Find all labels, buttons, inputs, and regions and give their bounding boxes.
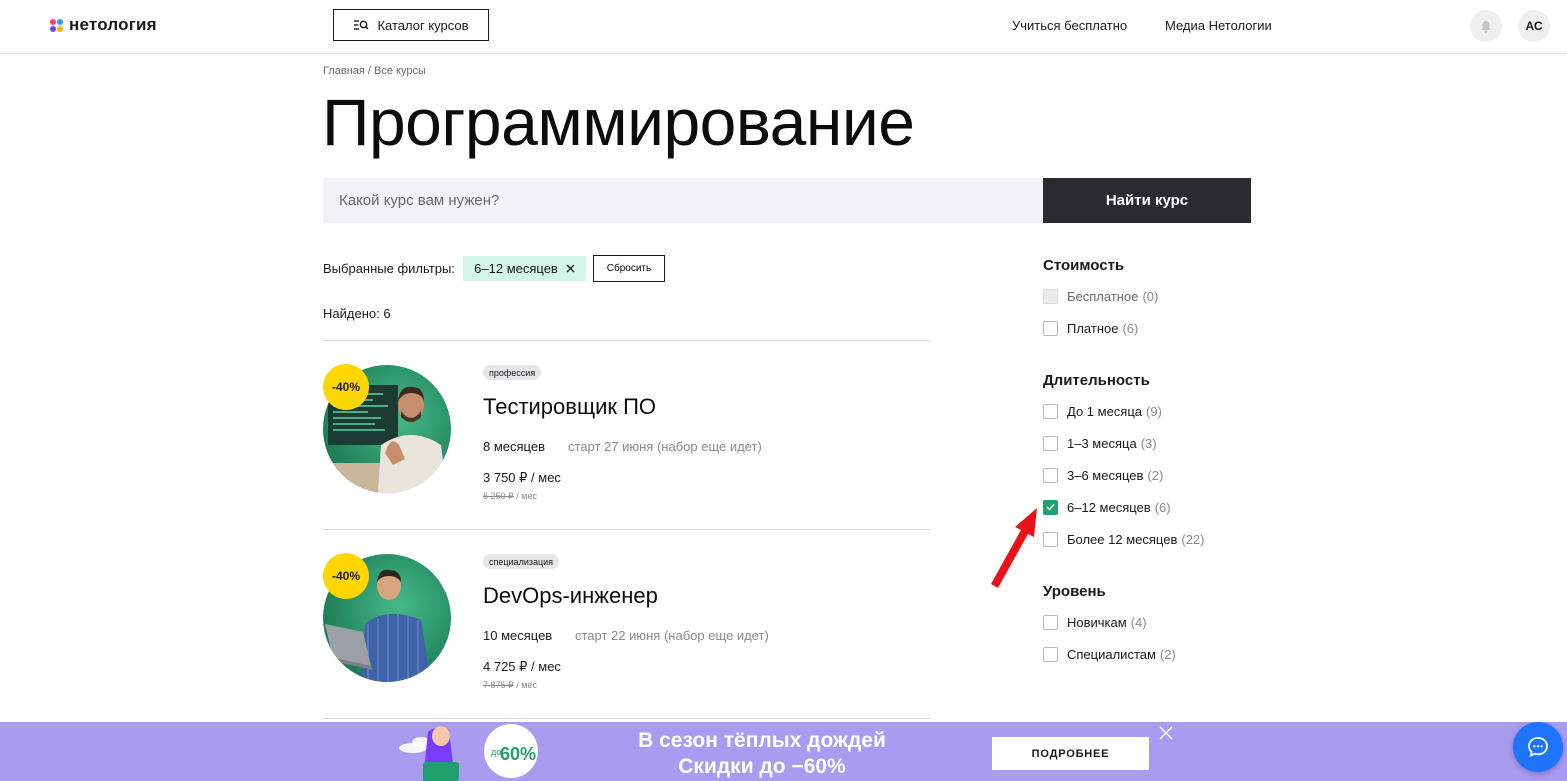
option-label: 3–6 месяцев: [1067, 467, 1144, 483]
nav-media[interactable]: Медиа Нетологии: [1165, 18, 1272, 33]
option-count: (3): [1140, 435, 1157, 451]
filter-option-1-3-months[interactable]: 1–3 месяца (3): [1043, 435, 1157, 451]
option-label: Более 12 месяцев: [1067, 531, 1178, 547]
catalog-search-icon: [354, 20, 369, 30]
option-label: Специалистам: [1067, 646, 1156, 662]
search-button[interactable]: Найти курс: [1043, 178, 1251, 223]
divider: [323, 529, 931, 530]
results-count: Найдено: 6: [323, 306, 391, 321]
chat-button[interactable]: [1513, 722, 1563, 772]
divider: [323, 718, 931, 719]
course-tag: специализация: [483, 554, 560, 569]
course-tag: профессия: [483, 365, 542, 380]
option-count: (9): [1146, 403, 1162, 419]
old-price-unit: / мес: [513, 491, 537, 501]
site-header: нетология Каталог курсов Учиться бесплат…: [0, 0, 1567, 54]
checkbox[interactable]: [1043, 403, 1058, 419]
discount-badge: -40%: [323, 364, 369, 410]
course-start: старт 27 июня (набор еще идет): [568, 439, 762, 454]
course-start: старт 22 июня (набор еще идет): [575, 628, 769, 643]
checkbox[interactable]: [1043, 614, 1058, 630]
course-price: 3 750 ₽ / мес: [483, 470, 561, 485]
catalog-button[interactable]: Каталог курсов: [333, 9, 489, 41]
course-title[interactable]: Тестировщик ПО: [483, 394, 656, 420]
selected-filters-label: Выбранные фильтры:: [323, 261, 455, 276]
notifications-button[interactable]: [1470, 10, 1502, 42]
filter-option-6-12-months[interactable]: 6–12 месяцев (6): [1043, 499, 1171, 515]
option-label: Платное: [1067, 320, 1119, 336]
option-count: (4): [1130, 614, 1147, 630]
option-count: (22): [1181, 531, 1205, 547]
filter-option-free: Бесплатное (0): [1043, 288, 1158, 304]
search-input[interactable]: [323, 178, 1043, 223]
filter-option-beginners[interactable]: Новичкам (4): [1043, 614, 1147, 630]
filter-option-over-12-months[interactable]: Более 12 месяцев (22): [1043, 531, 1204, 547]
filter-option-3-6-months[interactable]: 3–6 месяцев (2): [1043, 467, 1163, 483]
logo-text: нетология: [69, 15, 157, 34]
course-title[interactable]: DevOps-инженер: [483, 583, 658, 609]
checkbox-checked[interactable]: [1043, 499, 1058, 515]
course-old-price: 6 250 ₽ / мес: [483, 491, 537, 502]
old-price-value: 7 875 ₽: [483, 680, 514, 690]
option-count: (2): [1147, 467, 1164, 483]
old-price-unit: / мес: [513, 680, 537, 690]
checkbox[interactable]: [1043, 435, 1058, 451]
promo-line-2: Скидки до −60%: [678, 755, 846, 778]
option-label: 6–12 месяцев: [1067, 499, 1151, 515]
course-price: 4 725 ₽ / мес: [483, 659, 561, 674]
duration-heading: Длительность: [1043, 372, 1150, 389]
filter-chip-label: 6–12 месяцев: [474, 261, 558, 276]
cost-heading: Стоимость: [1043, 257, 1125, 274]
option-count: (6): [1122, 320, 1139, 336]
option-count: (6): [1154, 499, 1171, 515]
course-card[interactable]: -40% специализация DevOps-инженер 10 мес…: [323, 553, 931, 714]
checkbox[interactable]: [1043, 320, 1058, 336]
level-heading: Уровень: [1043, 583, 1106, 600]
reset-filters-button[interactable]: Сбросить: [593, 255, 665, 282]
promo-more-button[interactable]: ПОДРОБНЕЕ: [992, 737, 1149, 770]
promo-banner[interactable]: до 60% В сезон тёплых дождей Скидки до −…: [0, 722, 1567, 781]
chat-icon: [1528, 737, 1548, 758]
bell-icon: [1481, 20, 1491, 33]
checkbox[interactable]: [1043, 531, 1058, 547]
catalog-label: Каталог курсов: [377, 17, 469, 33]
old-price-value: 6 250 ₽: [483, 491, 514, 501]
filter-option-paid[interactable]: Платное (6): [1043, 320, 1138, 336]
checkbox[interactable]: [1043, 646, 1058, 662]
promo-text: В сезон тёплых дождей Скидки до −60%: [612, 728, 912, 780]
checkmark-icon: [1046, 503, 1055, 511]
nav-learn-free[interactable]: Учиться бесплатно: [1012, 18, 1127, 33]
option-label: Бесплатное: [1067, 288, 1139, 304]
checkbox[interactable]: [1043, 467, 1058, 483]
logo[interactable]: нетология: [50, 15, 157, 35]
option-label: Новичкам: [1067, 614, 1127, 630]
filter-option-specialists[interactable]: Специалистам (2): [1043, 646, 1176, 662]
option-count: (0): [1142, 288, 1159, 304]
annotation-arrow-icon: [991, 508, 1037, 588]
filter-chip[interactable]: 6–12 месяцев: [463, 256, 586, 281]
option-count: (2): [1159, 646, 1176, 662]
promo-line-1: В сезон тёплых дождей: [638, 729, 886, 752]
course-old-price: 7 875 ₽ / мес: [483, 680, 537, 691]
breadcrumb[interactable]: Главная / Все курсы: [323, 65, 426, 77]
discount-badge: -40%: [323, 553, 369, 599]
course-card[interactable]: -40% профессия Тестировщик ПО 8 месяцев …: [323, 364, 931, 525]
course-duration: 8 месяцев: [483, 439, 545, 454]
close-icon[interactable]: [1158, 725, 1174, 741]
filter-option-upto-1-month[interactable]: До 1 месяца (9): [1043, 403, 1162, 419]
course-duration: 10 месяцев: [483, 628, 553, 643]
promo-illustration: до 60%: [399, 724, 538, 781]
option-label: 1–3 месяца: [1067, 435, 1137, 451]
checkbox-disabled: [1043, 288, 1058, 304]
avatar[interactable]: АС: [1518, 10, 1550, 42]
close-icon[interactable]: [566, 264, 575, 273]
page-title: Программирование: [322, 85, 915, 159]
divider: [323, 340, 931, 341]
logo-icon: [50, 18, 63, 32]
promo-badge-value: 60%: [500, 744, 536, 764]
option-label: До 1 месяца: [1067, 403, 1143, 419]
